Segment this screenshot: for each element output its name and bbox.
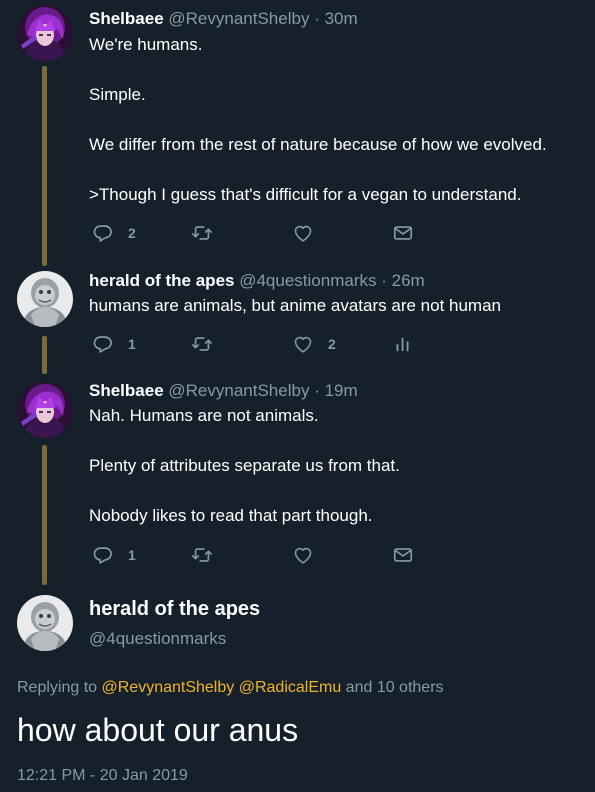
envelope-icon: [392, 222, 414, 244]
tweet-text: Nah. Humans are not animals. Plenty of a…: [89, 406, 579, 526]
reply-icon: [92, 544, 114, 566]
tweet-text: how about our anus: [17, 712, 299, 748]
retweet-button[interactable]: [191, 332, 213, 356]
replying-to-line: Replying to @RevynantShelby @RadicalEmu …: [17, 679, 444, 697]
analytics-icon: [392, 333, 414, 355]
heart-icon: [292, 333, 314, 355]
user-handle[interactable]: @4questionmarks: [239, 271, 376, 290]
reply-count: 2: [128, 225, 136, 241]
tweet-text: humans are animals, but anime avatars ar…: [89, 296, 579, 316]
separator-dot: ·: [381, 271, 387, 290]
like-count: 2: [328, 336, 336, 352]
reply-button[interactable]: 2: [92, 221, 136, 245]
tweet-actions: 1 2: [89, 332, 429, 356]
retweet-icon: [191, 544, 213, 566]
tweet-actions: 2: [89, 221, 429, 245]
user-handle[interactable]: @RevynantShelby: [168, 9, 309, 28]
retweet-icon: [191, 333, 213, 355]
tweet-time[interactable]: 30m: [325, 9, 358, 28]
retweet-button[interactable]: [191, 221, 213, 245]
tweet-header: Shelbaee @RevynantShelby · 19m: [89, 381, 358, 401]
avatar-image: [17, 595, 73, 651]
tweet-actions: 1: [89, 543, 429, 567]
display-name[interactable]: herald of the apes: [89, 271, 234, 290]
reply-count: 1: [128, 336, 136, 352]
user-handle[interactable]: @4questionmarks: [89, 629, 226, 649]
display-name[interactable]: Shelbaee: [89, 9, 164, 28]
user-handle[interactable]: @RevynantShelby: [168, 381, 309, 400]
reply-icon: [92, 222, 114, 244]
like-button[interactable]: [292, 221, 314, 245]
tweet-text: We're humans. Simple. We differ from the…: [89, 35, 579, 205]
tweet-paragraph: We differ from the rest of nature becaus…: [89, 135, 547, 154]
retweet-button[interactable]: [191, 543, 213, 567]
reply-count: 1: [128, 547, 136, 563]
envelope-icon: [392, 544, 414, 566]
like-button[interactable]: 2: [292, 332, 336, 356]
separator-dot: ·: [314, 9, 320, 28]
direct-message-button[interactable]: [392, 543, 414, 567]
avatar-image: [17, 5, 73, 61]
reply-button[interactable]: 1: [92, 543, 136, 567]
tweet-time[interactable]: 19m: [325, 381, 358, 400]
reply-icon: [92, 333, 114, 355]
heart-icon: [292, 544, 314, 566]
replying-to-label: Replying to: [17, 679, 98, 696]
tweet-paragraph: Nah. Humans are not animals.: [89, 406, 319, 425]
mention-link[interactable]: @RevynantShelby: [102, 679, 235, 696]
tweet-paragraph: Plenty of attributes separate us from th…: [89, 456, 400, 475]
avatar-image: [17, 382, 73, 438]
tweet-timestamp[interactable]: 12:21 PM - 20 Jan 2019: [17, 767, 188, 785]
thread-connector-line: [42, 336, 47, 374]
tweet-header: Shelbaee @RevynantShelby · 30m: [89, 9, 358, 29]
tweet-paragraph: We're humans.: [89, 35, 203, 54]
tweet-header: herald of the apes @4questionmarks · 26m: [89, 271, 425, 291]
avatar[interactable]: [17, 5, 73, 61]
tweet-paragraph: humans are animals, but anime avatars ar…: [89, 296, 502, 315]
separator-dot: ·: [314, 381, 320, 400]
thread-tweet[interactable]: Shelbaee @RevynantShelby · 30m We're hum…: [0, 0, 595, 270]
retweet-icon: [191, 222, 213, 244]
heart-icon: [292, 222, 314, 244]
avatar[interactable]: [17, 382, 73, 438]
tweet-paragraph: Simple.: [89, 85, 146, 104]
others-link[interactable]: and 10 others: [346, 679, 444, 696]
display-name[interactable]: herald of the apes: [89, 598, 260, 621]
analytics-button[interactable]: [392, 332, 414, 356]
thread-tweet[interactable]: herald of the apes @4questionmarks · 26m…: [0, 266, 595, 378]
tweet-paragraph: >Though I guess that's difficult for a v…: [89, 185, 522, 204]
like-button[interactable]: [292, 543, 314, 567]
tweet-paragraph: Nobody likes to read that part though.: [89, 506, 373, 525]
thread-tweet[interactable]: Shelbaee @RevynantShelby · 19m Nah. Huma…: [0, 377, 595, 587]
direct-message-button[interactable]: [392, 221, 414, 245]
thread-connector-line: [42, 445, 47, 585]
mention-link[interactable]: @RadicalEmu: [239, 679, 342, 696]
avatar-image: [17, 271, 73, 327]
thread-connector-line: [42, 66, 47, 266]
tweet-time[interactable]: 26m: [392, 271, 425, 290]
display-name[interactable]: Shelbaee: [89, 381, 164, 400]
avatar[interactable]: [17, 271, 73, 327]
reply-button[interactable]: 1: [92, 332, 136, 356]
avatar[interactable]: [17, 595, 73, 651]
